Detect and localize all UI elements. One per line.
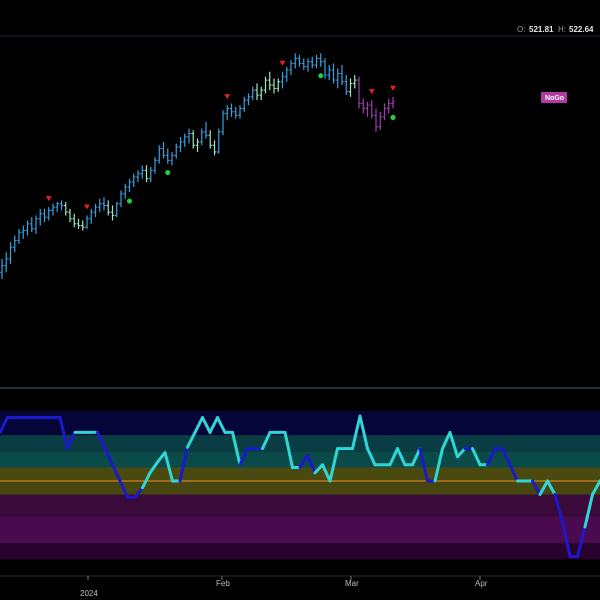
buy-signal-icon: [127, 198, 132, 204]
x-tick-label-feb: Feb: [216, 579, 230, 588]
high-label: H:: [558, 25, 566, 34]
buy-signal-icon: [318, 73, 324, 79]
oscillator-band: [0, 494, 600, 517]
high-value: 522.64: [569, 25, 594, 34]
x-tick-label-mar: Mar: [345, 579, 359, 588]
oscillator-band: [0, 481, 600, 495]
open-label: O:: [517, 25, 525, 34]
oscillator-band: [0, 543, 600, 560]
buy-signal-icon: [390, 115, 396, 120]
nogo-tag: NoGo: [541, 92, 567, 103]
chart-canvas: O: 521.81 H: 522.64 NoGo 2024 Feb Mar Ap…: [0, 0, 600, 600]
oscillator-band: [0, 435, 600, 452]
nogo-tag-label: NoGo: [545, 95, 564, 102]
oscillator-band: [0, 467, 600, 481]
x-tick-label-apr: Apr: [475, 579, 488, 588]
buy-signal-icon: [165, 170, 171, 176]
open-value: 521.81: [529, 25, 554, 34]
oscillator-band: [0, 516, 600, 544]
x-tick-label-2024: 2024: [80, 589, 98, 598]
